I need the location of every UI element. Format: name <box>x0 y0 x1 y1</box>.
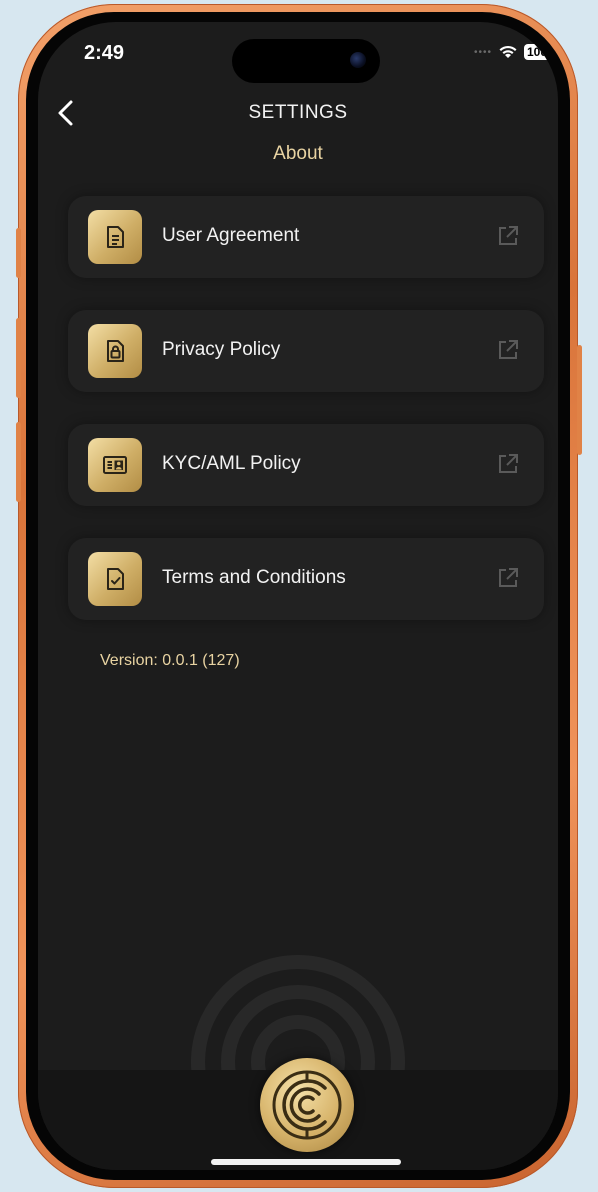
volume-up-button <box>16 318 21 398</box>
screen: 2:49 •••• 100 SETTINGS About User Agreem… <box>38 22 558 1170</box>
lock-document-icon <box>88 324 142 378</box>
status-icons: •••• 100 <box>474 44 550 60</box>
dynamic-island <box>232 39 380 83</box>
home-logo-button[interactable] <box>260 1058 354 1152</box>
action-button <box>16 228 21 278</box>
signal-dots-icon: •••• <box>473 46 492 58</box>
power-button <box>577 345 582 455</box>
document-icon <box>88 210 142 264</box>
page-title: SETTINGS <box>248 102 348 123</box>
wifi-icon <box>499 45 517 58</box>
external-link-icon <box>499 454 518 473</box>
about-list: User Agreement Privacy Policy KYC/AML Po… <box>68 196 544 652</box>
battery-indicator: 100 <box>523 44 550 60</box>
item-label: KYC/AML Policy <box>162 453 301 474</box>
item-label: Terms and Conditions <box>162 567 346 588</box>
item-label: Privacy Policy <box>162 339 281 360</box>
checked-document-icon <box>88 552 142 606</box>
id-card-icon <box>88 438 142 492</box>
kyc-aml-policy-item[interactable]: KYC/AML Policy <box>68 424 544 506</box>
camera-icon <box>350 52 366 68</box>
external-link-icon <box>499 226 518 245</box>
version-text: Version: 0.0.1 (127) <box>100 652 240 669</box>
external-link-icon <box>499 340 518 359</box>
home-indicator[interactable] <box>211 1159 401 1165</box>
item-label: User Agreement <box>162 225 300 246</box>
user-agreement-item[interactable]: User Agreement <box>68 196 544 278</box>
page-subtitle: About <box>273 143 323 164</box>
external-link-icon <box>499 568 518 587</box>
volume-down-button <box>16 422 21 502</box>
terms-and-conditions-item[interactable]: Terms and Conditions <box>68 538 544 620</box>
coin-logo-icon <box>272 1070 342 1140</box>
status-time: 2:49 <box>84 42 125 64</box>
privacy-policy-item[interactable]: Privacy Policy <box>68 310 544 392</box>
